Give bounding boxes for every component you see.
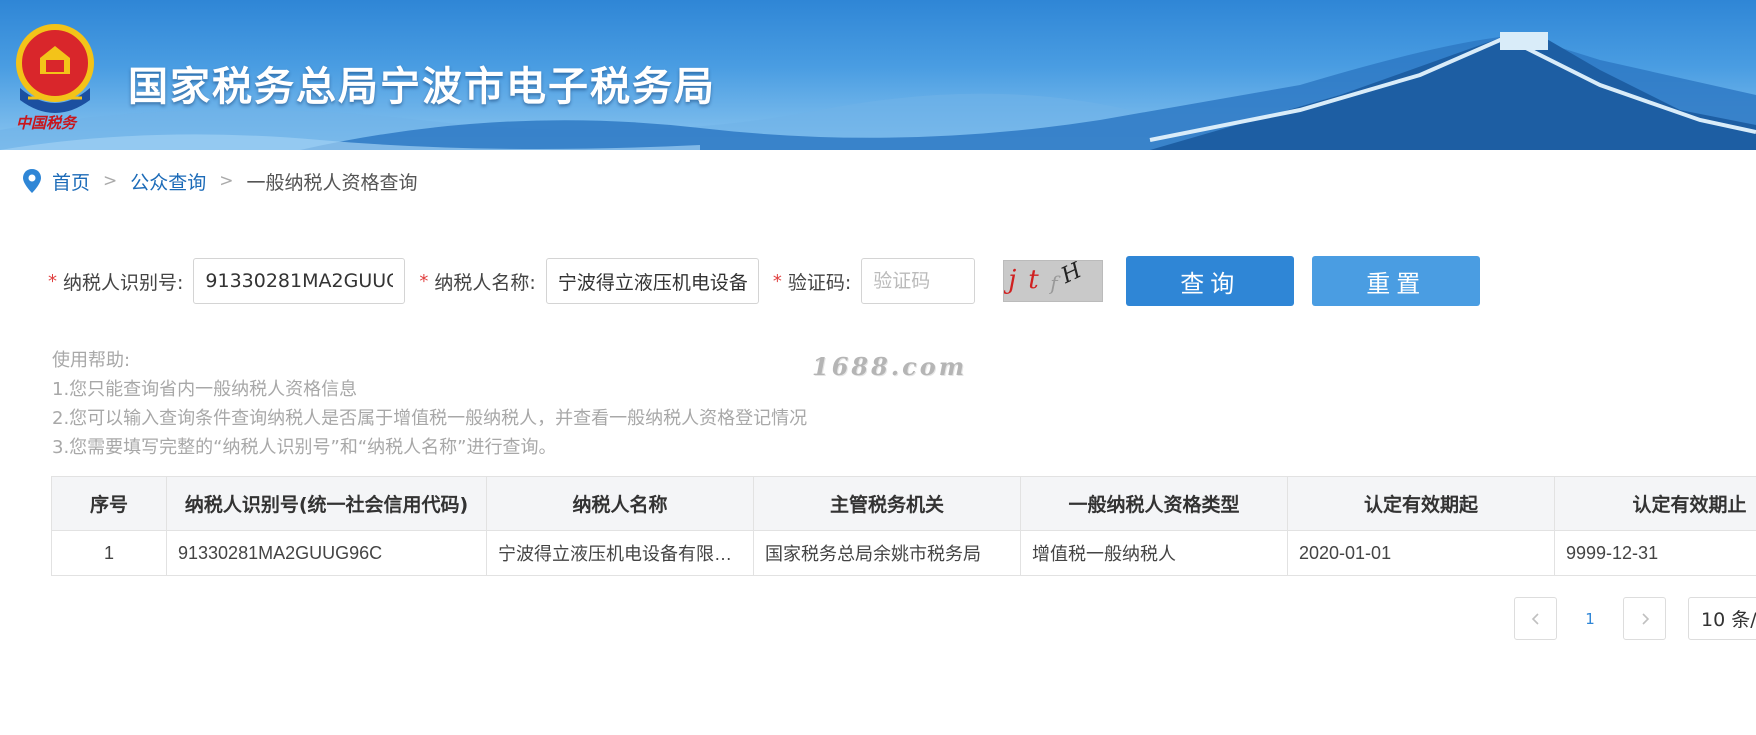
location-pin-icon <box>23 169 41 193</box>
page-size-select[interactable]: 10 条/页 <box>1688 597 1756 640</box>
table-cell: 增值税一般纳税人 <box>1020 530 1288 576</box>
breadcrumb-home-link[interactable]: 首页 <box>52 168 90 195</box>
captcha-image[interactable]: j t f H <box>1003 260 1104 302</box>
results-table: 序号 纳税人识别号(统一社会信用代码) 纳税人名称 主管税务机关 一般纳税人资格… <box>51 476 1756 576</box>
query-button[interactable]: 查询 <box>1126 256 1295 306</box>
emblem-caption: 中国税务 <box>16 114 77 132</box>
required-mark: * <box>419 270 429 292</box>
reset-button[interactable]: 重置 <box>1312 256 1481 306</box>
required-mark: * <box>48 270 57 292</box>
column-header: 一般纳税人资格类型 <box>1020 476 1288 531</box>
table-header-row: 序号 纳税人识别号(统一社会信用代码) 纳税人名称 主管税务机关 一般纳税人资格… <box>51 476 1756 531</box>
site-title: 国家税务总局宁波市电子税务局 <box>128 64 716 110</box>
breadcrumb-current: 一般纳税人资格查询 <box>246 171 418 194</box>
breadcrumb-separator: > <box>219 171 234 191</box>
usage-help: 使用帮助: 1.您只能查询省内一般纳税人资格信息 2.您可以输入查询条件查询纳税… <box>52 346 807 462</box>
breadcrumb: 首页 > 公众查询 > 一般纳税人资格查询 <box>22 168 418 194</box>
table-row[interactable]: 1 91330281MA2GUUG96C 宁波得立液压机电设备有限公司 国家税务… <box>51 530 1756 576</box>
help-line: 1.您只能查询省内一般纳税人资格信息 <box>52 379 358 400</box>
help-title: 使用帮助: <box>52 350 131 371</box>
watermark: 1688.com <box>812 352 968 381</box>
table-cell: 2020-01-01 <box>1287 530 1555 576</box>
breadcrumb-separator: > <box>103 171 118 191</box>
chevron-right-icon <box>1641 612 1649 625</box>
taxpayer-name-input[interactable] <box>545 258 759 304</box>
prev-page-button[interactable] <box>1514 597 1557 640</box>
captcha-char: f <box>1050 271 1058 295</box>
column-header: 认定有效期起 <box>1287 476 1555 531</box>
table-cell: 国家税务总局余姚市税务局 <box>753 530 1021 576</box>
next-page-button[interactable] <box>1623 597 1666 640</box>
taxpayer-id-input[interactable] <box>193 258 406 304</box>
help-line: 2.您可以输入查询条件查询纳税人是否属于增值税一般纳税人，并查看一般纳税人资格登… <box>52 408 808 429</box>
breadcrumb-public-query-link[interactable]: 公众查询 <box>130 168 206 195</box>
captcha-char: H <box>1057 260 1086 289</box>
captcha-input[interactable] <box>861 258 976 304</box>
taxpayer-id-label: 纳税人识别号: <box>63 271 184 294</box>
help-line: 3.您需要填写完整的“纳税人识别号”和“纳税人名称”进行查询。 <box>52 437 557 458</box>
pagination: 1 10 条/页 <box>1514 597 1756 640</box>
table-cell: 1 <box>51 530 167 576</box>
column-header: 认定有效期止 <box>1554 476 1756 531</box>
header-banner: 中国税务 国家税务总局宁波市电子税务局 <box>0 0 1756 150</box>
column-header: 纳税人名称 <box>486 476 754 531</box>
captcha-label: 验证码: <box>787 271 852 294</box>
table-cell: 9999-12-31 <box>1554 530 1756 576</box>
chevron-left-icon <box>1531 612 1539 625</box>
column-header: 主管税务机关 <box>753 476 1021 531</box>
table-cell: 宁波得立液压机电设备有限公司 <box>486 530 754 576</box>
page-number[interactable]: 1 <box>1557 610 1623 628</box>
captcha-char: j <box>1008 265 1017 295</box>
search-form: * 纳税人识别号: * 纳税人名称: * 验证码: j t f H 查询 重置 <box>48 256 1481 306</box>
captcha-char: t <box>1028 265 1039 295</box>
column-header: 纳税人识别号(统一社会信用代码) <box>166 476 487 531</box>
column-header: 序号 <box>51 476 167 531</box>
taxpayer-name-label: 纳税人名称: <box>434 271 536 294</box>
table-cell: 91330281MA2GUUG96C <box>166 530 487 576</box>
required-mark: * <box>772 270 782 292</box>
